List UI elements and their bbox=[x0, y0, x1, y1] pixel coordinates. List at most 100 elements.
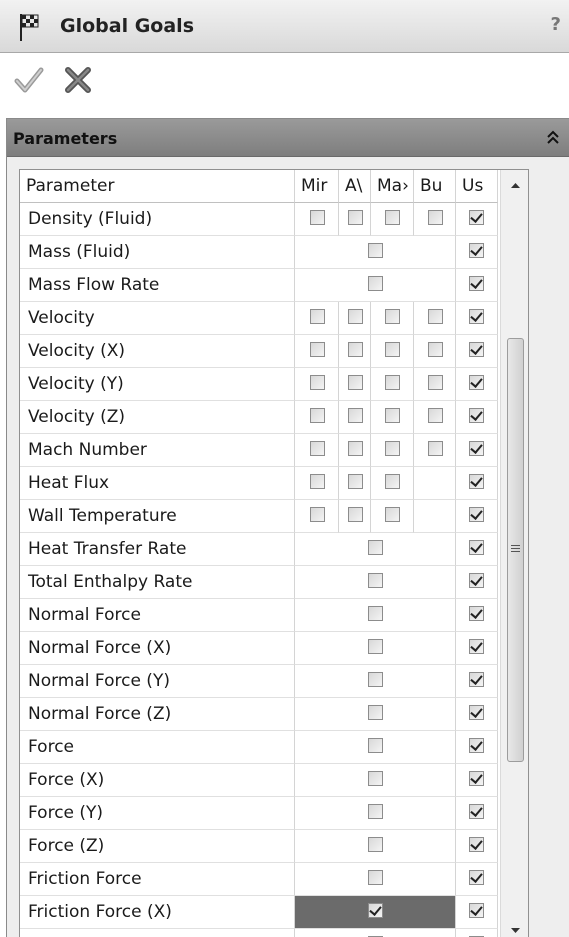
table-row[interactable]: Force (Y) bbox=[20, 797, 528, 830]
table-row[interactable]: Mass (Fluid) bbox=[20, 236, 528, 269]
parameter-cell[interactable]: Mass Flow Rate bbox=[20, 269, 295, 302]
max-checkbox[interactable] bbox=[385, 507, 400, 522]
avg-checkbox[interactable] bbox=[368, 738, 383, 753]
parameter-cell[interactable] bbox=[20, 929, 295, 937]
parameter-cell[interactable]: Heat Transfer Rate bbox=[20, 533, 295, 566]
table-row[interactable]: Force (X) bbox=[20, 764, 528, 797]
table-row[interactable]: Friction Force bbox=[20, 863, 528, 896]
avg-checkbox[interactable] bbox=[368, 573, 383, 588]
parameter-cell[interactable]: Force (Y) bbox=[20, 797, 295, 830]
use-checkbox[interactable] bbox=[469, 507, 484, 522]
max-checkbox[interactable] bbox=[385, 408, 400, 423]
min-checkbox[interactable] bbox=[310, 375, 325, 390]
avg-checkbox[interactable] bbox=[368, 243, 383, 258]
parameter-cell[interactable]: Normal Force (Y) bbox=[20, 665, 295, 698]
table-row[interactable]: Normal Force bbox=[20, 599, 528, 632]
parameter-cell[interactable]: Velocity (X) bbox=[20, 335, 295, 368]
use-checkbox[interactable] bbox=[469, 837, 484, 852]
use-checkbox[interactable] bbox=[469, 474, 484, 489]
parameter-cell[interactable]: Force (X) bbox=[20, 764, 295, 797]
table-row[interactable]: Wall Temperature bbox=[20, 500, 528, 533]
avg-checkbox[interactable] bbox=[368, 903, 383, 918]
parameter-cell[interactable]: Mach Number bbox=[20, 434, 295, 467]
table-row[interactable]: Mass Flow Rate bbox=[20, 269, 528, 302]
use-checkbox[interactable] bbox=[469, 540, 484, 555]
table-row[interactable]: Heat Transfer Rate bbox=[20, 533, 528, 566]
table-row[interactable]: Normal Force (X) bbox=[20, 632, 528, 665]
parameter-cell[interactable]: Heat Flux bbox=[20, 467, 295, 500]
cancel-x-icon[interactable] bbox=[64, 66, 92, 94]
parameter-cell[interactable]: Force bbox=[20, 731, 295, 764]
table-row[interactable] bbox=[20, 929, 528, 937]
use-checkbox[interactable] bbox=[469, 342, 484, 357]
column-header-parameter[interactable]: Parameter bbox=[20, 170, 295, 203]
min-checkbox[interactable] bbox=[310, 210, 325, 225]
avg-checkbox[interactable] bbox=[348, 507, 363, 522]
parameter-cell[interactable]: Friction Force bbox=[20, 863, 295, 896]
use-checkbox[interactable] bbox=[469, 309, 484, 324]
table-row[interactable]: Force (Z) bbox=[20, 830, 528, 863]
use-checkbox[interactable] bbox=[469, 870, 484, 885]
use-checkbox[interactable] bbox=[469, 276, 484, 291]
bulk-checkbox[interactable] bbox=[428, 408, 443, 423]
use-checkbox[interactable] bbox=[469, 804, 484, 819]
use-checkbox[interactable] bbox=[469, 672, 484, 687]
avg-checkbox[interactable] bbox=[348, 441, 363, 456]
bulk-checkbox[interactable] bbox=[428, 375, 443, 390]
avg-checkbox[interactable] bbox=[368, 276, 383, 291]
max-checkbox[interactable] bbox=[385, 375, 400, 390]
max-checkbox[interactable] bbox=[385, 210, 400, 225]
avg-checkbox[interactable] bbox=[348, 210, 363, 225]
parameter-cell[interactable]: Normal Force bbox=[20, 599, 295, 632]
column-header-max[interactable]: Ma› bbox=[371, 170, 414, 203]
table-row[interactable]: Mach Number bbox=[20, 434, 528, 467]
avg-checkbox[interactable] bbox=[368, 705, 383, 720]
use-checkbox[interactable] bbox=[469, 738, 484, 753]
max-checkbox[interactable] bbox=[385, 342, 400, 357]
max-checkbox[interactable] bbox=[385, 441, 400, 456]
table-row[interactable]: Density (Fluid) bbox=[20, 203, 528, 236]
table-row[interactable]: Friction Force (X) bbox=[20, 896, 528, 929]
parameter-cell[interactable]: Normal Force (Z) bbox=[20, 698, 295, 731]
parameter-cell[interactable]: Mass (Fluid) bbox=[20, 236, 295, 269]
use-checkbox[interactable] bbox=[469, 573, 484, 588]
use-checkbox[interactable] bbox=[469, 243, 484, 258]
parameter-cell[interactable]: Normal Force (X) bbox=[20, 632, 295, 665]
min-checkbox[interactable] bbox=[310, 309, 325, 324]
column-header-min[interactable]: Mir bbox=[295, 170, 339, 203]
parameters-panel-header[interactable]: Parameters bbox=[7, 119, 569, 157]
scroll-down-arrow-icon[interactable] bbox=[501, 922, 529, 937]
parameter-cell[interactable]: Velocity (Z) bbox=[20, 401, 295, 434]
parameter-cell[interactable]: Velocity bbox=[20, 302, 295, 335]
use-checkbox[interactable] bbox=[469, 441, 484, 456]
use-checkbox[interactable] bbox=[469, 375, 484, 390]
max-checkbox[interactable] bbox=[385, 474, 400, 489]
avg-checkbox[interactable] bbox=[368, 804, 383, 819]
table-row[interactable]: Heat Flux bbox=[20, 467, 528, 500]
table-row[interactable]: Velocity bbox=[20, 302, 528, 335]
avg-checkbox[interactable] bbox=[368, 639, 383, 654]
use-checkbox[interactable] bbox=[469, 210, 484, 225]
avg-checkbox[interactable] bbox=[348, 309, 363, 324]
help-icon[interactable]: ? bbox=[551, 14, 561, 35]
double-chevron-up-icon[interactable] bbox=[545, 128, 561, 148]
table-row[interactable]: Velocity (X) bbox=[20, 335, 528, 368]
avg-checkbox[interactable] bbox=[368, 540, 383, 555]
column-header-bulk[interactable]: Bu bbox=[414, 170, 456, 203]
avg-checkbox[interactable] bbox=[368, 870, 383, 885]
use-checkbox[interactable] bbox=[469, 408, 484, 423]
use-checkbox[interactable] bbox=[469, 606, 484, 621]
avg-checkbox[interactable] bbox=[348, 342, 363, 357]
min-checkbox[interactable] bbox=[310, 408, 325, 423]
min-checkbox[interactable] bbox=[310, 507, 325, 522]
parameter-cell[interactable]: Friction Force (X) bbox=[20, 896, 295, 929]
avg-checkbox[interactable] bbox=[348, 375, 363, 390]
ok-checkmark-icon[interactable] bbox=[14, 67, 44, 93]
table-row[interactable]: Normal Force (Y) bbox=[20, 665, 528, 698]
table-row[interactable]: Normal Force (Z) bbox=[20, 698, 528, 731]
parameter-cell[interactable]: Force (Z) bbox=[20, 830, 295, 863]
vertical-scrollbar[interactable] bbox=[500, 170, 529, 937]
bulk-checkbox[interactable] bbox=[428, 441, 443, 456]
table-row[interactable]: Total Enthalpy Rate bbox=[20, 566, 528, 599]
min-checkbox[interactable] bbox=[310, 474, 325, 489]
